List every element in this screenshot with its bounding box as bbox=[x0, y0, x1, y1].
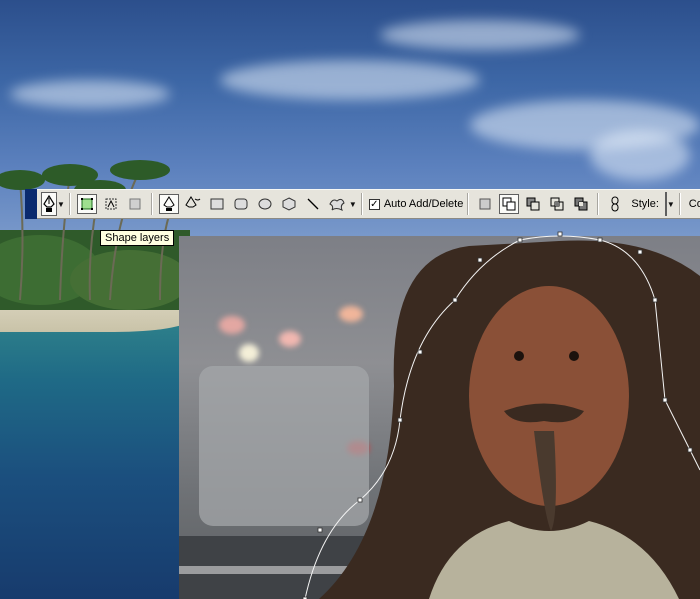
tooltip: Shape layers bbox=[100, 230, 175, 246]
separator bbox=[678, 193, 681, 215]
custom-shape-dropdown-arrow[interactable]: ▼ bbox=[349, 192, 357, 216]
style-dropdown-arrow[interactable]: ▼ bbox=[667, 192, 675, 216]
paths-icon bbox=[105, 198, 117, 210]
subtract-icon bbox=[526, 197, 540, 211]
style-label: Style: bbox=[631, 198, 659, 210]
cloud bbox=[590, 130, 690, 180]
paths-button[interactable] bbox=[101, 194, 121, 214]
intersect-icon bbox=[550, 197, 564, 211]
pen-tool-icon bbox=[43, 195, 55, 212]
document-canvas[interactable] bbox=[0, 0, 700, 599]
auto-add-delete-label: Auto Add/Delete bbox=[383, 198, 464, 210]
rounded-rectangle-icon bbox=[234, 198, 248, 210]
link-icon bbox=[611, 196, 619, 212]
polygon-tool-button[interactable] bbox=[279, 194, 299, 214]
line-tool-button[interactable] bbox=[303, 194, 323, 214]
pen-tool-button[interactable] bbox=[158, 194, 179, 214]
freeform-pen-button[interactable] bbox=[183, 194, 203, 214]
ellipse-tool-button[interactable] bbox=[255, 194, 275, 214]
shape-layers-button[interactable] bbox=[76, 194, 97, 214]
rectangle-icon bbox=[210, 198, 224, 210]
exclude-overlapping-shape-areas-button[interactable] bbox=[571, 194, 591, 214]
tool-preset-picker[interactable] bbox=[41, 192, 57, 216]
auto-add-delete-option[interactable]: ✓ Auto Add/Delete bbox=[368, 198, 464, 210]
options-bar: ▼ ▼ ✓ Auto Add/Delete Style: ▼ Co bbox=[25, 189, 700, 219]
separator bbox=[597, 193, 600, 215]
add-to-shape-area-button[interactable] bbox=[499, 194, 520, 214]
intersect-shape-areas-button[interactable] bbox=[547, 194, 567, 214]
shape-layers-icon bbox=[80, 198, 93, 210]
separator bbox=[360, 193, 363, 215]
separator bbox=[467, 193, 470, 215]
cloud bbox=[10, 80, 170, 108]
freeform-pen-icon bbox=[185, 196, 201, 208]
subtract-from-shape-area-button[interactable] bbox=[523, 194, 543, 214]
line-icon bbox=[307, 198, 319, 210]
fill-pixels-button[interactable] bbox=[125, 194, 145, 214]
create-new-shape-button[interactable] bbox=[475, 194, 495, 214]
exclude-icon bbox=[574, 197, 588, 211]
street-scene bbox=[179, 240, 700, 599]
ellipse-icon bbox=[258, 198, 272, 210]
pen-tool-icon bbox=[163, 196, 175, 211]
options-bar-grip[interactable] bbox=[25, 189, 37, 219]
add-to-shape-area-icon bbox=[502, 197, 516, 211]
color-label: Color: bbox=[688, 198, 700, 210]
custom-shape-tool-button[interactable] bbox=[327, 194, 347, 214]
fill-pixels-icon bbox=[129, 198, 141, 210]
link-layer-style-button[interactable] bbox=[605, 194, 625, 214]
separator bbox=[150, 193, 153, 215]
separator bbox=[68, 193, 71, 215]
cloud bbox=[220, 60, 480, 100]
cloud bbox=[380, 20, 580, 50]
rounded-rectangle-tool-button[interactable] bbox=[231, 194, 251, 214]
portrait-photo-layer[interactable] bbox=[179, 236, 700, 599]
tool-preset-dropdown-arrow[interactable]: ▼ bbox=[57, 192, 65, 216]
rectangle-tool-button[interactable] bbox=[207, 194, 227, 214]
new-shape-icon bbox=[479, 198, 491, 210]
polygon-icon bbox=[282, 197, 296, 211]
custom-shape-icon bbox=[329, 198, 345, 212]
auto-add-delete-checkbox[interactable]: ✓ bbox=[368, 198, 380, 210]
